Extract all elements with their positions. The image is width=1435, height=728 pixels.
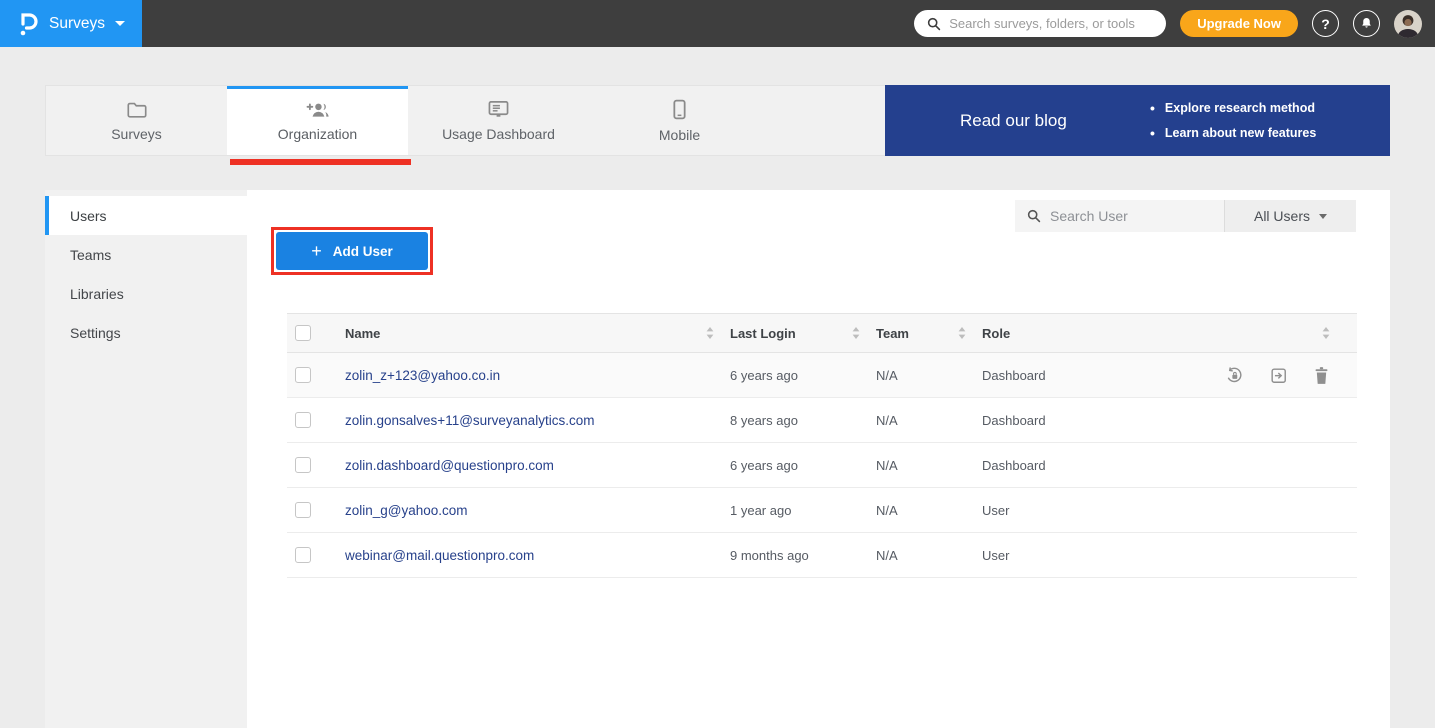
sidebar-item-teams[interactable]: Teams [45, 235, 247, 274]
organization-panel: Users Teams Libraries Settings All Users… [45, 190, 1390, 728]
sort-icon[interactable] [958, 327, 966, 339]
sidebar-item-label: Settings [70, 325, 121, 341]
user-filter-dropdown[interactable]: All Users [1224, 200, 1356, 232]
row-checkbox[interactable] [295, 547, 311, 563]
last-login-value: 9 months ago [730, 548, 809, 563]
sort-icon[interactable] [852, 327, 860, 339]
topbar: Surveys Upgrade Now ? [0, 0, 1435, 47]
global-search[interactable] [914, 10, 1166, 37]
team-value: N/A [876, 368, 898, 383]
table-row[interactable]: webinar@mail.questionpro.com 9 months ag… [287, 533, 1357, 578]
tab-organization[interactable]: Organization [227, 86, 408, 155]
user-email-link[interactable]: zolin_g@yahoo.com [345, 503, 468, 518]
tab-label: Mobile [659, 127, 700, 143]
tab-mobile[interactable]: Mobile [589, 86, 770, 155]
chevron-down-icon [1319, 214, 1327, 219]
team-value: N/A [876, 503, 898, 518]
role-value: User [982, 548, 1009, 563]
upgrade-now-button[interactable]: Upgrade Now [1180, 10, 1298, 37]
user-email-link[interactable]: zolin.dashboard@questionpro.com [345, 458, 554, 473]
blog-banner-title: Read our blog [885, 111, 1150, 131]
add-user-button[interactable]: + Add User [276, 232, 428, 270]
sidebar-item-label: Users [70, 208, 107, 224]
user-email-link[interactable]: zolin_z+123@yahoo.co.in [345, 368, 500, 383]
user-email-link[interactable]: webinar@mail.questionpro.com [345, 548, 534, 563]
column-header-role[interactable]: Role [982, 326, 1010, 341]
delete-user-icon[interactable] [1313, 366, 1330, 385]
section-tabs: Surveys Organization Usage Dashboard [45, 85, 1390, 156]
table-body: zolin_z+123@yahoo.co.in 6 years ago N/A … [287, 353, 1357, 578]
table-row[interactable]: zolin_g@yahoo.com 1 year ago N/A User [287, 488, 1357, 533]
tab-label: Organization [278, 126, 357, 142]
table-row[interactable]: zolin.dashboard@questionpro.com 6 years … [287, 443, 1357, 488]
add-user-highlight-box: + Add User [271, 227, 433, 275]
role-value: Dashboard [982, 458, 1046, 473]
search-icon [1027, 209, 1041, 223]
last-login-value: 6 years ago [730, 368, 798, 383]
organization-tab-highlight [230, 159, 411, 165]
search-user-input[interactable] [1050, 208, 1212, 224]
column-header-last-login[interactable]: Last Login [730, 326, 796, 341]
tab-label: Usage Dashboard [442, 126, 555, 142]
last-login-value: 8 years ago [730, 413, 798, 428]
bell-icon [1359, 16, 1374, 31]
table-header: Name Last Login Team Role [287, 313, 1357, 353]
add-people-icon [305, 100, 330, 119]
sidebar-item-label: Libraries [70, 286, 124, 302]
row-checkbox[interactable] [295, 457, 311, 473]
sidebar-item-users[interactable]: Users [45, 196, 247, 235]
sidebar-item-libraries[interactable]: Libraries [45, 274, 247, 313]
row-checkbox[interactable] [295, 412, 311, 428]
role-value: User [982, 503, 1009, 518]
add-user-label: Add User [333, 244, 393, 259]
column-header-team[interactable]: Team [876, 326, 909, 341]
login-as-user-icon[interactable] [1269, 366, 1288, 385]
blog-bullet: Explore research method [1150, 100, 1316, 116]
mobile-icon [672, 99, 687, 120]
tab-surveys[interactable]: Surveys [46, 86, 227, 155]
tab-usage-dashboard[interactable]: Usage Dashboard [408, 86, 589, 155]
team-value: N/A [876, 458, 898, 473]
reset-password-icon[interactable] [1225, 366, 1244, 385]
search-user-field[interactable] [1015, 200, 1224, 232]
select-all-checkbox[interactable] [295, 325, 311, 341]
user-email-link[interactable]: zolin.gonsalves+11@surveyanalytics.com [345, 413, 594, 428]
sidebar-item-settings[interactable]: Settings [45, 313, 247, 352]
team-value: N/A [876, 413, 898, 428]
row-checkbox[interactable] [295, 367, 311, 383]
last-login-value: 6 years ago [730, 458, 798, 473]
chevron-down-icon [115, 21, 125, 26]
row-checkbox[interactable] [295, 502, 311, 518]
tab-label: Surveys [111, 126, 162, 142]
folder-icon [126, 100, 148, 119]
role-value: Dashboard [982, 368, 1046, 383]
last-login-value: 1 year ago [730, 503, 791, 518]
questionpro-logo-icon [17, 11, 39, 37]
dashboard-icon [487, 99, 510, 119]
plus-icon: + [311, 242, 322, 260]
sort-icon[interactable] [706, 327, 714, 339]
notifications-button[interactable] [1353, 10, 1380, 37]
table-row[interactable]: zolin.gonsalves+11@surveyanalytics.com 8… [287, 398, 1357, 443]
organization-sidebar: Users Teams Libraries Settings [45, 190, 247, 728]
sort-icon[interactable] [1322, 327, 1330, 339]
user-filter-label: All Users [1254, 208, 1310, 224]
product-switcher[interactable]: Surveys [0, 0, 142, 47]
blog-banner[interactable]: Read our blog Explore research method Le… [885, 85, 1390, 156]
column-header-name[interactable]: Name [345, 326, 380, 341]
role-value: Dashboard [982, 413, 1046, 428]
table-row[interactable]: zolin_z+123@yahoo.co.in 6 years ago N/A … [287, 353, 1357, 398]
blog-bullet: Learn about new features [1150, 125, 1316, 141]
product-label: Surveys [49, 15, 105, 33]
team-value: N/A [876, 548, 898, 563]
sidebar-item-label: Teams [70, 247, 111, 263]
user-avatar[interactable] [1394, 10, 1422, 38]
help-button[interactable]: ? [1312, 10, 1339, 37]
search-icon [927, 17, 941, 31]
global-search-input[interactable] [949, 16, 1153, 31]
users-table: Name Last Login Team Role zolin_z+123@ya… [287, 313, 1357, 578]
